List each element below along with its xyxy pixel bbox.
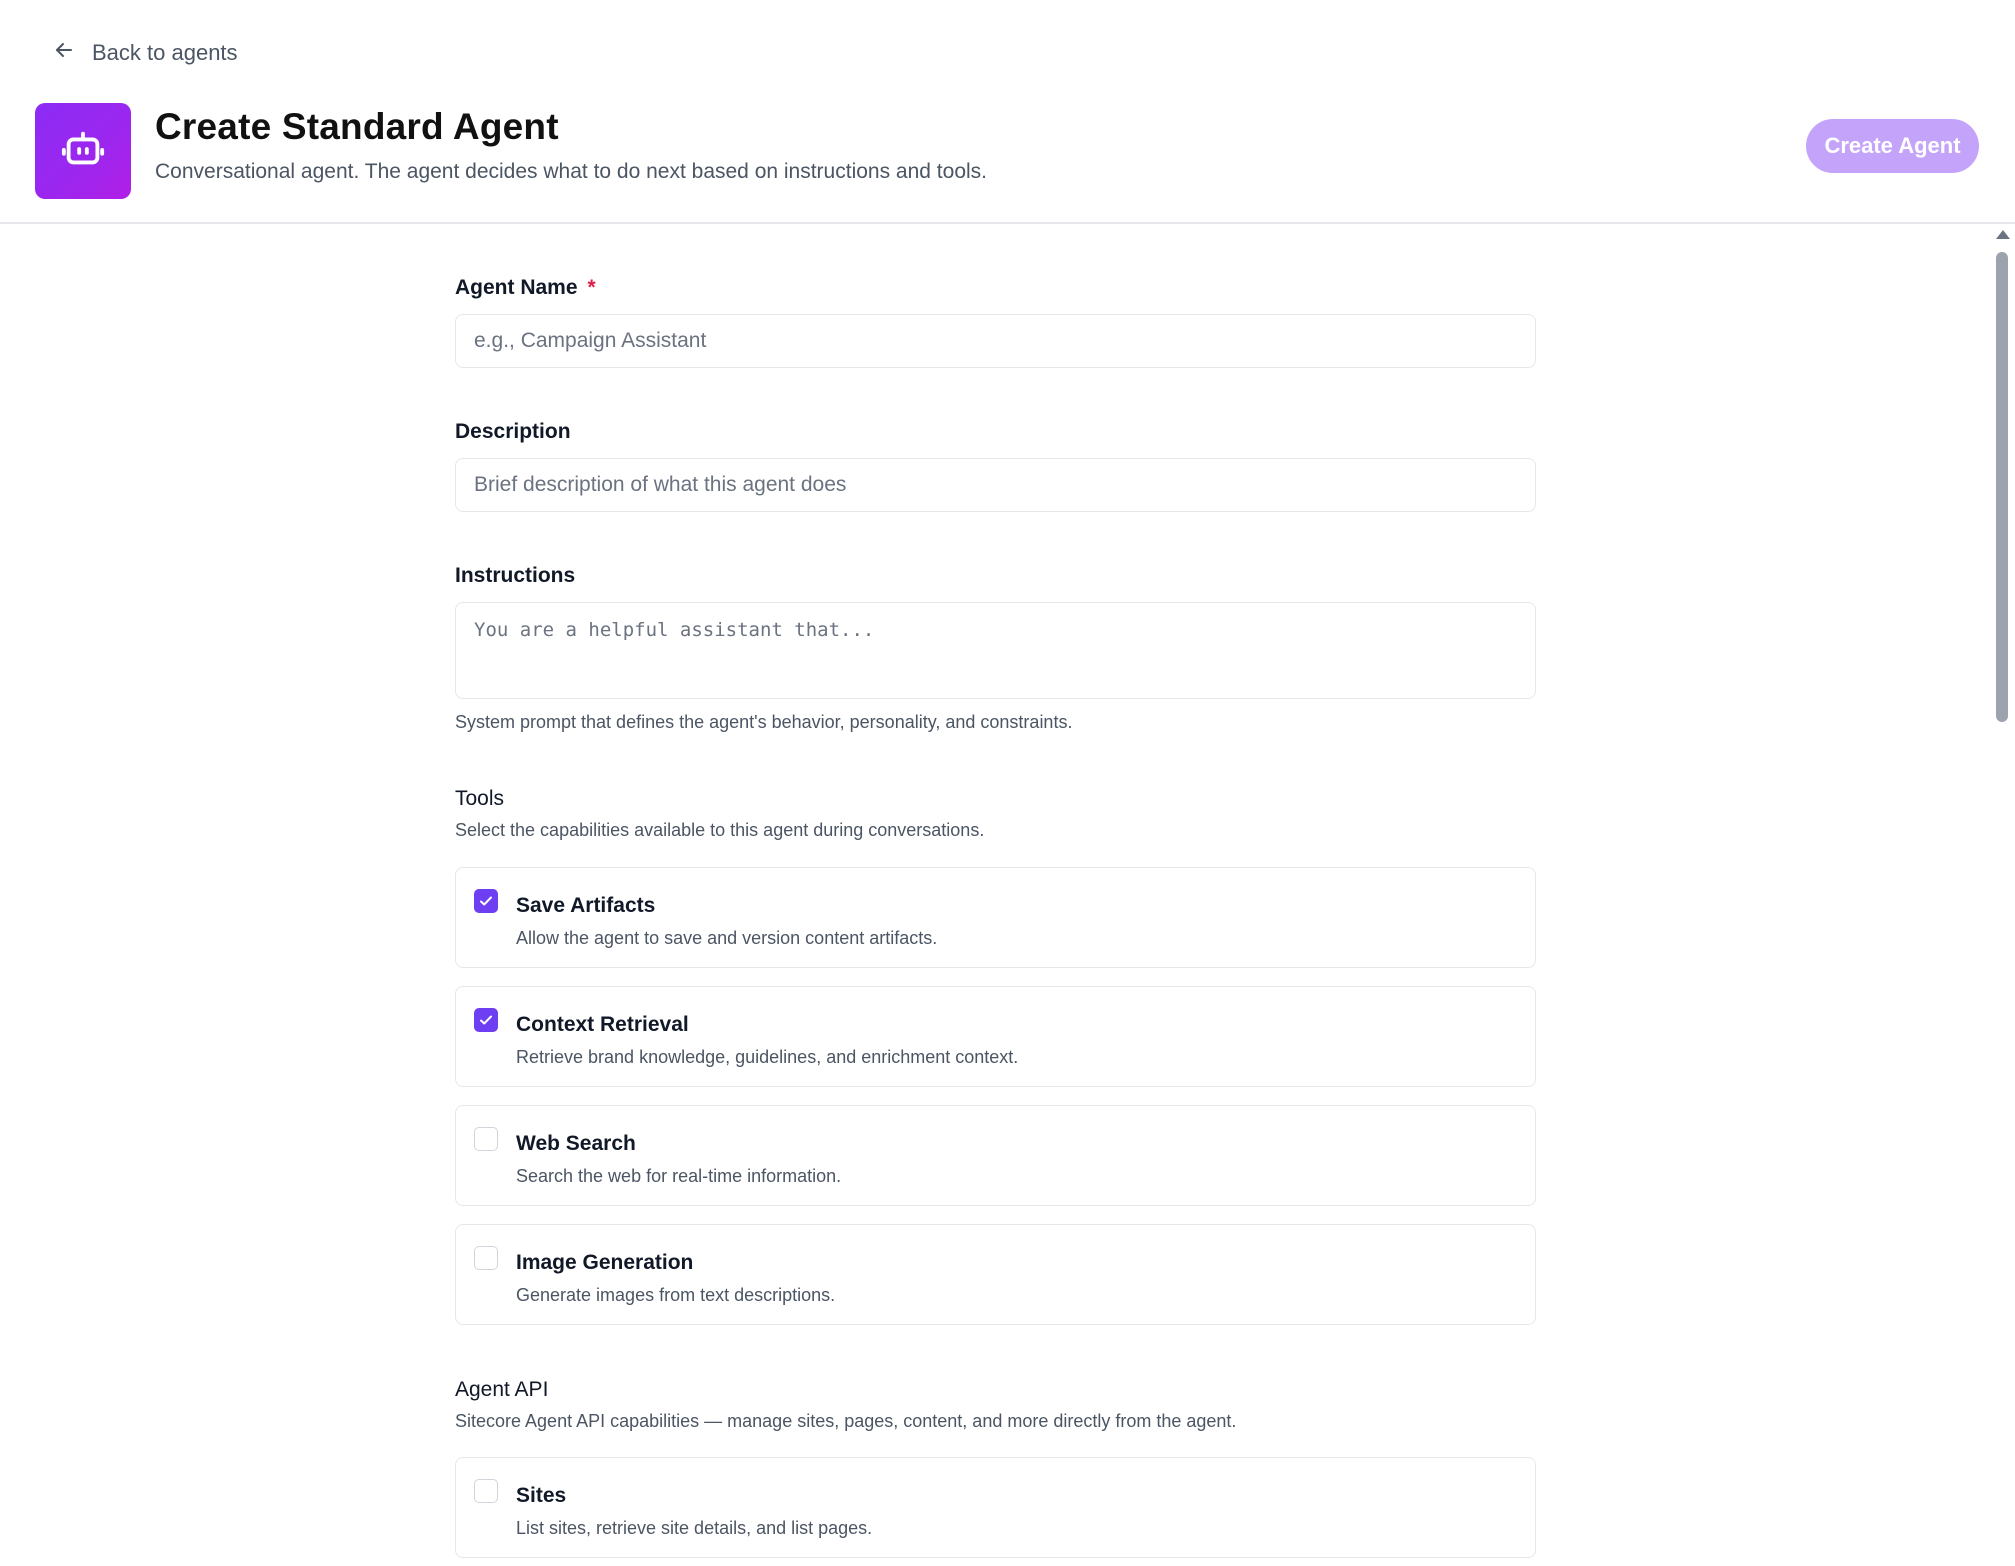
vertical-scrollbar[interactable] <box>1994 226 2010 1566</box>
tool-description: Allow the agent to save and version cont… <box>516 928 938 948</box>
tool-name: Image Generation <box>516 1251 694 1274</box>
page-title: Create Standard Agent <box>155 106 559 147</box>
tool-card-save-artifacts[interactable]: Save Artifacts Allow the agent to save a… <box>455 867 1536 968</box>
tool-name: Save Artifacts <box>516 894 656 917</box>
agent-type-tile <box>35 103 131 199</box>
sites-checkbox[interactable] <box>474 1479 498 1503</box>
instructions-label: Instructions <box>455 564 576 587</box>
tool-name: Sites <box>516 1484 567 1507</box>
tool-description: Search the web for real-time information… <box>516 1166 842 1186</box>
tool-description: Generate images from text descriptions. <box>516 1285 836 1305</box>
agent-name-input[interactable]: e.g., Campaign Assistant <box>455 314 1536 368</box>
tool-card-image-generation[interactable]: Image Generation Generate images from te… <box>455 1224 1536 1325</box>
create-agent-button[interactable]: Create Agent <box>1806 119 1979 173</box>
agent-name-label: Agent Name * <box>455 276 596 299</box>
tools-section-title: Tools <box>455 787 505 810</box>
agent-api-section-subtitle: Sitecore Agent API capabilities — manage… <box>455 1411 1237 1431</box>
tool-card-web-search[interactable]: Web Search Search the web for real-time … <box>455 1105 1536 1206</box>
back-to-agents-link[interactable]: Back to agents <box>52 36 238 70</box>
agent-api-section-title: Agent API <box>455 1378 549 1401</box>
page-subtitle: Conversational agent. The agent decides … <box>155 160 987 183</box>
description-input[interactable]: Brief description of what this agent doe… <box>455 458 1536 512</box>
form-scroll-area: Agent Name * e.g., Campaign Assistant Des… <box>0 226 2015 1566</box>
scroll-up-arrow[interactable] <box>1996 230 2010 239</box>
tool-description: List sites, retrieve site details, and l… <box>516 1518 873 1538</box>
agent-name-placeholder: e.g., Campaign Assistant <box>474 329 707 352</box>
instructions-help-text: System prompt that defines the agent's b… <box>455 712 1073 732</box>
tool-name: Context Retrieval <box>516 1013 689 1036</box>
image-generation-checkbox[interactable] <box>474 1246 498 1270</box>
arrow-left-icon <box>52 38 76 68</box>
instructions-textarea[interactable]: You are a helpful assistant that... <box>455 602 1536 699</box>
save-artifacts-checkbox[interactable] <box>474 889 498 913</box>
description-placeholder: Brief description of what this agent doe… <box>474 473 847 496</box>
scroll-thumb[interactable] <box>1996 252 2008 722</box>
check-icon <box>480 896 492 906</box>
context-retrieval-checkbox[interactable] <box>474 1008 498 1032</box>
tools-section-subtitle: Select the capabilities available to thi… <box>455 820 985 840</box>
tool-card-context-retrieval[interactable]: Context Retrieval Retrieve brand knowled… <box>455 986 1536 1087</box>
required-mark: * <box>587 276 596 299</box>
back-label[interactable]: Back to agents <box>92 40 238 66</box>
description-label: Description <box>455 420 571 443</box>
web-search-checkbox[interactable] <box>474 1127 498 1151</box>
instructions-placeholder: You are a helpful assistant that... <box>474 619 875 641</box>
robot-icon <box>60 126 106 177</box>
check-icon <box>480 1015 492 1025</box>
tool-description: Retrieve brand knowledge, guidelines, an… <box>516 1047 1019 1067</box>
page-header: Back to agents Create Standard Agent Con… <box>0 0 2015 224</box>
tool-card-sites[interactable]: Sites List sites, retrieve site details,… <box>455 1457 1536 1558</box>
tool-name: Web Search <box>516 1132 636 1155</box>
